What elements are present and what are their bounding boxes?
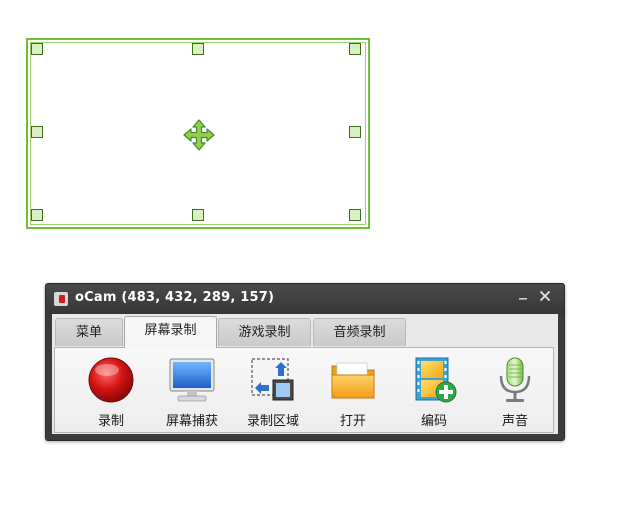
resize-handle-bottom-right[interactable] xyxy=(349,209,361,221)
tab-screen-recording[interactable]: 屏幕录制 xyxy=(124,316,217,348)
encoding-label: 编码 xyxy=(420,414,447,429)
resize-handle-top[interactable] xyxy=(192,43,204,55)
folder-icon xyxy=(331,362,375,399)
content-area: 菜单 屏幕录制 游戏录制 音频录制 录制 屏幕捕获 录制区域 打开 编码 声音 xyxy=(52,314,558,434)
resize-handle-bottom[interactable] xyxy=(192,209,204,221)
open-label: 打开 xyxy=(339,414,366,429)
resize-region-icon xyxy=(251,358,294,401)
record-icon xyxy=(88,357,134,403)
film-add-icon xyxy=(415,357,457,403)
minimize-icon xyxy=(519,298,527,300)
close-button[interactable] xyxy=(536,288,554,306)
record-button[interactable]: 录制 xyxy=(75,352,147,430)
record-label: 录制 xyxy=(97,414,124,429)
screen: oCam (483, 432, 289, 157) 菜单 屏幕录制 游戏录制 音… xyxy=(0,0,640,516)
close-icon xyxy=(539,290,551,302)
microphone-icon xyxy=(499,357,531,402)
tab-game-recording[interactable]: 游戏录制 xyxy=(218,318,311,346)
app-logo-icon xyxy=(54,292,68,306)
window-title: oCam (483, 432, 289, 157) xyxy=(75,290,275,305)
sound-label: 声音 xyxy=(501,414,528,429)
screen-capture-button[interactable]: 屏幕捕获 xyxy=(156,352,228,430)
capture-region-frame[interactable] xyxy=(26,38,370,229)
resize-handle-bottom-left[interactable] xyxy=(31,209,43,221)
minimize-button[interactable] xyxy=(514,288,532,306)
monitor-icon xyxy=(169,358,215,402)
record-region-button[interactable]: 录制区域 xyxy=(237,352,309,430)
resize-handle-right[interactable] xyxy=(349,126,361,138)
resize-handle-top-right[interactable] xyxy=(349,43,361,55)
tab-menu[interactable]: 菜单 xyxy=(55,318,123,346)
sound-button[interactable]: 声音 xyxy=(479,352,551,430)
move-icon[interactable] xyxy=(182,118,216,152)
screen-capture-label: 屏幕捕获 xyxy=(165,414,218,429)
ocam-window: oCam (483, 432, 289, 157) 菜单 屏幕录制 游戏录制 音… xyxy=(45,283,565,441)
toolbar-panel: 录制 屏幕捕获 录制区域 打开 编码 声音 xyxy=(54,347,554,433)
encoding-button[interactable]: 编码 xyxy=(398,352,470,430)
tab-audio-recording[interactable]: 音频录制 xyxy=(313,318,406,346)
open-button[interactable]: 打开 xyxy=(317,352,389,430)
resize-handle-left[interactable] xyxy=(31,126,43,138)
resize-handle-top-left[interactable] xyxy=(31,43,43,55)
record-region-label: 录制区域 xyxy=(246,414,299,429)
title-bar[interactable]: oCam (483, 432, 289, 157) xyxy=(46,284,564,314)
